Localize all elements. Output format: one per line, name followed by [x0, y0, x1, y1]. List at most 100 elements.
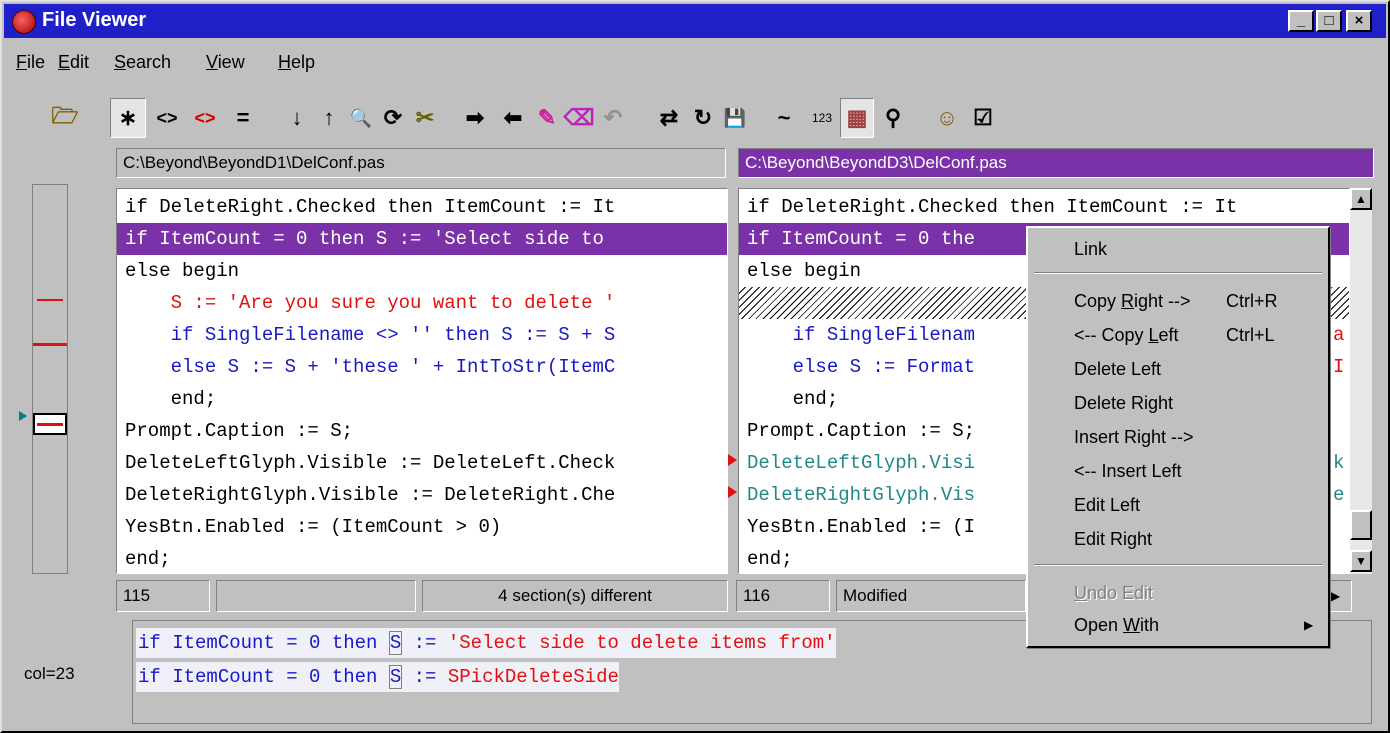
- context-menu: Link Copy Right --> Ctrl+R <-- Copy Left C…: [1026, 226, 1330, 648]
- minimize-button[interactable]: _: [1288, 10, 1314, 32]
- tilde-icon[interactable]: ~: [772, 98, 796, 138]
- title-bar[interactable]: File Viewer _ □ ×: [4, 4, 1386, 38]
- next-diff-icon[interactable]: ↓: [282, 98, 312, 138]
- menu-help[interactable]: Help: [278, 52, 315, 73]
- column-indicator: col=23: [24, 664, 75, 683]
- code-line[interactable]: Prompt.Caption := S;: [117, 415, 727, 447]
- line-numbers-icon[interactable]: 123: [806, 98, 838, 138]
- right-status: Modified: [836, 580, 1026, 612]
- menu-item-insert-left[interactable]: <-- Insert Left: [1074, 454, 1182, 488]
- diff-overview-bar[interactable]: [19, 184, 68, 574]
- vertical-scrollbar[interactable]: ▲ ▼: [1350, 188, 1372, 574]
- menu-item-delete-right[interactable]: Delete Right: [1074, 386, 1173, 420]
- code-line[interactable]: YesBtn.Enabled := (ItemCount > 0): [117, 511, 727, 543]
- menu-search[interactable]: Search: [114, 52, 171, 73]
- save-icon[interactable]: 💾: [720, 98, 750, 138]
- toolbar: 🗁 ∗ <> <> = ↓ ↑ 🔍 ⟳ ✂ ➡ ⬅ ✎ ⌫ ↶ ⇄ ↻ 💾 ~ …: [6, 98, 1386, 144]
- detail-cursor-char: S: [388, 665, 403, 689]
- code-line-diff[interactable]: if SingleFilename <> '' then S := S + S: [117, 319, 727, 351]
- menu-view-key: V: [206, 52, 218, 72]
- scrollbar-thumb[interactable]: [1350, 510, 1372, 540]
- refresh-icon[interactable]: ↻: [688, 98, 718, 138]
- right-line-number: 116: [736, 580, 830, 612]
- detail-code-diff: 'Select side to delete items from': [447, 632, 836, 654]
- copy-right-icon[interactable]: ➡: [458, 98, 492, 138]
- menu-item-undo-edit[interactable]: Undo Edit: [1074, 576, 1153, 610]
- maximize-button[interactable]: □: [1316, 10, 1342, 32]
- find-icon[interactable]: 🔍: [346, 98, 376, 138]
- detail-code: if ItemCount = 0 then: [138, 632, 389, 654]
- submenu-arrow-icon: ▶: [1304, 618, 1314, 632]
- scroll-up-button[interactable]: ▲: [1350, 188, 1372, 210]
- code-line[interactable]: if DeleteRight.Checked then ItemCount :=…: [739, 191, 1349, 223]
- person-icon[interactable]: ☺: [930, 98, 964, 138]
- code-line-diff[interactable]: else S := S + 'these ' + IntToStr(ItemC: [117, 351, 727, 383]
- undo-icon[interactable]: ↶: [598, 98, 628, 138]
- menu-item-shortcut: Ctrl+L: [1226, 325, 1275, 345]
- menu-file-label: ile: [27, 52, 46, 72]
- scroll-down-button[interactable]: ▼: [1350, 550, 1372, 572]
- left-status-blank: [216, 580, 416, 612]
- menu-item-open-with[interactable]: Open With ▶: [1074, 608, 1324, 642]
- replace-icon[interactable]: ⟳: [378, 98, 408, 138]
- menu-item-label: Open: [1074, 615, 1124, 635]
- menu-item-copy-right[interactable]: Copy Right --> Ctrl+R: [1074, 284, 1324, 318]
- code-line[interactable]: end;: [117, 543, 727, 573]
- code-line[interactable]: if DeleteRight.Checked then ItemCount :=…: [117, 191, 727, 223]
- toggle-panel-icon[interactable]: ▦: [840, 98, 874, 138]
- copy-left-icon[interactable]: ⬅: [496, 98, 530, 138]
- checklist-icon[interactable]: ☑: [966, 98, 1000, 138]
- swap-sides-icon[interactable]: ⇄: [654, 98, 684, 138]
- menu-edit[interactable]: Edit: [58, 52, 89, 73]
- code-line[interactable]: DeleteRightGlyph.Visible := DeleteRight.…: [117, 479, 727, 511]
- menu-view[interactable]: View: [206, 52, 245, 73]
- overview-viewport-marker[interactable]: [33, 413, 67, 435]
- menu-item-accel: W: [1123, 615, 1141, 635]
- open-folder-icon[interactable]: 🗁: [48, 98, 82, 138]
- close-button[interactable]: ×: [1346, 10, 1372, 32]
- window-title: File Viewer: [42, 9, 147, 31]
- left-path-field[interactable]: C:\Beyond\BeyondD1\DelConf.pas: [116, 148, 726, 178]
- menu-item-label: ith: [1140, 615, 1160, 635]
- menu-item-label: ight -->: [1134, 291, 1191, 311]
- right-path-field[interactable]: C:\Beyond\BeyondD3\DelConf.pas: [738, 148, 1374, 178]
- detail-line-right[interactable]: if ItemCount = 0 then S := SPickDeleteSi…: [136, 662, 619, 692]
- code-line-selected[interactable]: if ItemCount = 0 then S := 'Select side …: [117, 223, 727, 255]
- prev-diff-icon[interactable]: ↑: [314, 98, 344, 138]
- left-file-pane[interactable]: if DeleteRight.Checked then ItemCount :=…: [116, 188, 728, 574]
- app-icon[interactable]: [12, 10, 36, 34]
- menu-item-link[interactable]: Link: [1074, 232, 1107, 266]
- zoom-icon[interactable]: ⚲: [876, 98, 910, 138]
- scissors-icon[interactable]: ✂: [410, 98, 440, 138]
- show-diff-red-button[interactable]: <>: [188, 98, 222, 138]
- show-same-button[interactable]: =: [226, 98, 260, 138]
- menu-edit-label: dit: [70, 52, 90, 72]
- menu-item-label: ndo Edit: [1087, 583, 1154, 603]
- scroll-right-button[interactable]: ▶: [1328, 580, 1352, 612]
- menu-item-insert-right[interactable]: Insert Right -->: [1074, 420, 1194, 454]
- code-line[interactable]: DeleteLeftGlyph.Visible := DeleteLeft.Ch…: [117, 447, 727, 479]
- menu-file[interactable]: File: [16, 52, 45, 73]
- show-diff-button[interactable]: <>: [150, 98, 184, 138]
- menu-search-label: earch: [126, 52, 172, 72]
- erase-icon[interactable]: ⌫: [563, 98, 594, 138]
- menu-item-accel: R: [1121, 291, 1135, 311]
- left-line-number: 115: [116, 580, 210, 612]
- menu-item-delete-left[interactable]: Delete Left: [1074, 352, 1161, 386]
- overview-diff-mark: [33, 343, 67, 346]
- code-line-tail: e: [1333, 479, 1349, 511]
- file-viewer-window: File Viewer _ □ × File Edit Search View …: [0, 0, 1390, 733]
- diff-arrow-icon: [728, 486, 737, 498]
- detail-code: if ItemCount = 0 then: [138, 666, 389, 688]
- show-all-button[interactable]: ∗: [110, 98, 146, 138]
- code-line-diff[interactable]: S := 'Are you sure you want to delete ': [117, 287, 727, 319]
- menu-item-copy-left[interactable]: <-- Copy Left Ctrl+L: [1074, 318, 1324, 352]
- code-line[interactable]: end;: [117, 383, 727, 415]
- edit-icon[interactable]: ✎: [532, 98, 562, 138]
- menu-item-edit-right[interactable]: Edit Right: [1074, 522, 1152, 556]
- detail-code-diff: SPickDeleteSide: [447, 666, 619, 688]
- code-line[interactable]: else begin: [117, 255, 727, 287]
- detail-line-left[interactable]: if ItemCount = 0 then S := 'Select side …: [136, 628, 836, 658]
- menu-item-edit-left[interactable]: Edit Left: [1074, 488, 1140, 522]
- menu-view-label: iew: [217, 52, 245, 72]
